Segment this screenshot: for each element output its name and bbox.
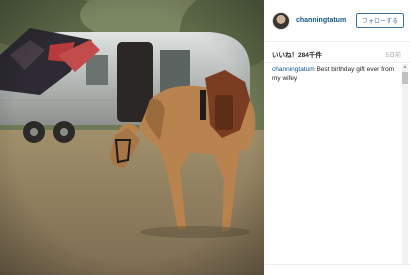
post-timestamp[interactable]: 5日前 bbox=[386, 50, 401, 59]
caption-username-link[interactable]: channingtatum bbox=[272, 66, 315, 73]
horse-trailer-photo-icon bbox=[0, 0, 264, 275]
comments-scrollbar[interactable]: ▲ bbox=[402, 64, 408, 264]
post-stats: いいね！284千件 5日前 bbox=[264, 46, 410, 62]
post-photo[interactable] bbox=[0, 0, 264, 275]
follow-button[interactable]: フォローする bbox=[355, 13, 404, 28]
post-sidebar: channingtatum フォローする いいね！284千件 5日前 chann… bbox=[264, 0, 410, 275]
comment-bar bbox=[264, 264, 410, 275]
instagram-post: channingtatum フォローする いいね！284千件 5日前 chann… bbox=[0, 0, 410, 275]
scroll-up-arrow-icon[interactable]: ▲ bbox=[402, 64, 408, 70]
user-avatar-icon[interactable] bbox=[272, 11, 290, 30]
scrollbar-thumb[interactable] bbox=[402, 72, 408, 84]
post-header: channingtatum フォローする bbox=[264, 0, 410, 42]
post-caption: channingtatum Best birthday gift ever fr… bbox=[272, 66, 396, 83]
comments-section: channingtatum Best birthday gift ever fr… bbox=[264, 62, 410, 263]
username-link[interactable]: channingtatum bbox=[296, 17, 356, 24]
like-count[interactable]: いいね！284千件 bbox=[272, 49, 322, 59]
